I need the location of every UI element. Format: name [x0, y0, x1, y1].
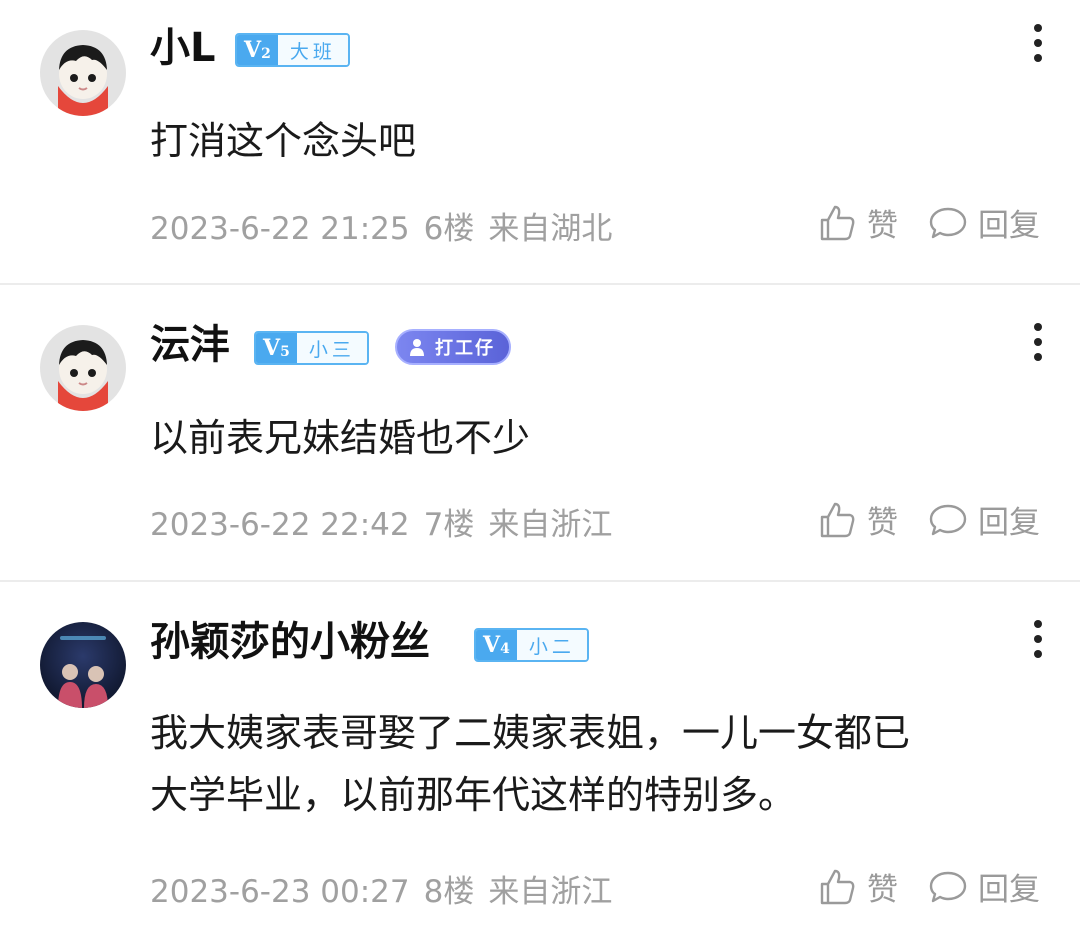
username[interactable]: 孙颖莎的小粉丝	[150, 618, 430, 666]
comment-location: 来自浙江	[488, 874, 613, 910]
username[interactable]: 小L	[150, 24, 216, 72]
thumbs-up-icon	[820, 502, 855, 537]
comment-item: 小L V2 大班 打消这个念头吧 2023-6-22 21:25 6楼 来自湖北 赞…	[0, 0, 1080, 283]
comment-actions: 赞 回复	[817, 864, 1040, 909]
photo-avatar-icon	[58, 636, 108, 708]
comment-floor: 7楼	[423, 507, 475, 543]
worker-badge-label: 打工仔	[435, 338, 495, 359]
comment-actions: 赞 回复	[817, 497, 1040, 542]
thumbs-up-icon	[820, 869, 855, 904]
cartoon-avatar-icon	[58, 340, 108, 411]
speech-bubble-icon	[929, 207, 967, 238]
worker-badge: 打工仔	[395, 329, 511, 365]
comment-location: 来自湖北	[488, 211, 613, 247]
thumbs-up-icon	[820, 205, 855, 240]
more-options-icon[interactable]	[1032, 323, 1044, 361]
comment-text: 打消这个念头吧	[150, 119, 417, 163]
comment-actions: 赞 回复	[817, 200, 1040, 245]
comment-text-line: 大学毕业，以前那年代这样的特别多。	[150, 773, 797, 817]
like-button[interactable]: 赞	[817, 200, 898, 245]
level-badge-title: 小三	[296, 333, 367, 363]
avatar[interactable]	[40, 325, 126, 411]
level-badge: V2 大班	[235, 33, 350, 67]
more-options-icon[interactable]	[1032, 24, 1044, 62]
reply-button[interactable]: 回复	[928, 864, 1040, 909]
comment-floor: 6楼	[423, 211, 475, 247]
level-badge-title: 大班	[277, 35, 348, 65]
level-badge-level: V5	[256, 333, 297, 363]
comment-time: 2023-6-22 21:25	[150, 211, 410, 247]
comment-meta: 2023-6-22 22:42 7楼 来自浙江	[150, 499, 626, 544]
like-button[interactable]: 赞	[817, 864, 898, 909]
avatar[interactable]	[40, 30, 126, 116]
comment-time: 2023-6-22 22:42	[150, 507, 410, 543]
comment-item: 孙颖莎的小粉丝 V4 小二 我大姨家表哥娶了二姨家表姐，一儿一女都已 大学毕业，…	[0, 582, 1080, 942]
like-label: 赞	[867, 505, 898, 541]
speech-bubble-icon	[929, 871, 967, 902]
level-badge-level: V4	[476, 630, 517, 660]
more-options-icon[interactable]	[1032, 620, 1044, 658]
comment-meta: 2023-6-23 00:27 8楼 来自浙江	[150, 866, 626, 911]
level-badge-title: 小二	[516, 630, 587, 660]
reply-label: 回复	[978, 505, 1040, 541]
level-badge: V5 小三	[254, 331, 369, 365]
level-badge-level: V2	[237, 35, 278, 65]
comment-item: 沄沣 V5 小三 打工仔 以前表兄妹结婚也不少 2023-6-22 22:42 7…	[0, 285, 1080, 580]
reply-label: 回复	[978, 208, 1040, 244]
comment-text: 以前表兄妹结婚也不少	[150, 416, 531, 460]
cartoon-avatar-icon	[58, 45, 108, 116]
comment-meta: 2023-6-22 21:25 6楼 来自湖北	[150, 203, 626, 248]
username[interactable]: 沄沣	[150, 321, 230, 369]
like-label: 赞	[867, 208, 898, 244]
like-label: 赞	[867, 872, 898, 908]
level-badge: V4 小二	[474, 628, 589, 662]
comment-time: 2023-6-23 00:27	[150, 874, 410, 910]
comment-floor: 8楼	[423, 874, 475, 910]
comment-location: 来自浙江	[488, 507, 613, 543]
reply-button[interactable]: 回复	[928, 200, 1040, 245]
reply-label: 回复	[978, 872, 1040, 908]
comment-text: 我大姨家表哥娶了二姨家表姐，一儿一女都已 大学毕业，以前那年代这样的特别多。	[150, 702, 1030, 826]
reply-button[interactable]: 回复	[928, 497, 1040, 542]
avatar[interactable]	[40, 622, 126, 708]
worker-icon	[410, 339, 424, 356]
speech-bubble-icon	[929, 504, 967, 535]
like-button[interactable]: 赞	[817, 497, 898, 542]
comment-text-line: 我大姨家表哥娶了二姨家表姐，一儿一女都已	[150, 711, 911, 755]
